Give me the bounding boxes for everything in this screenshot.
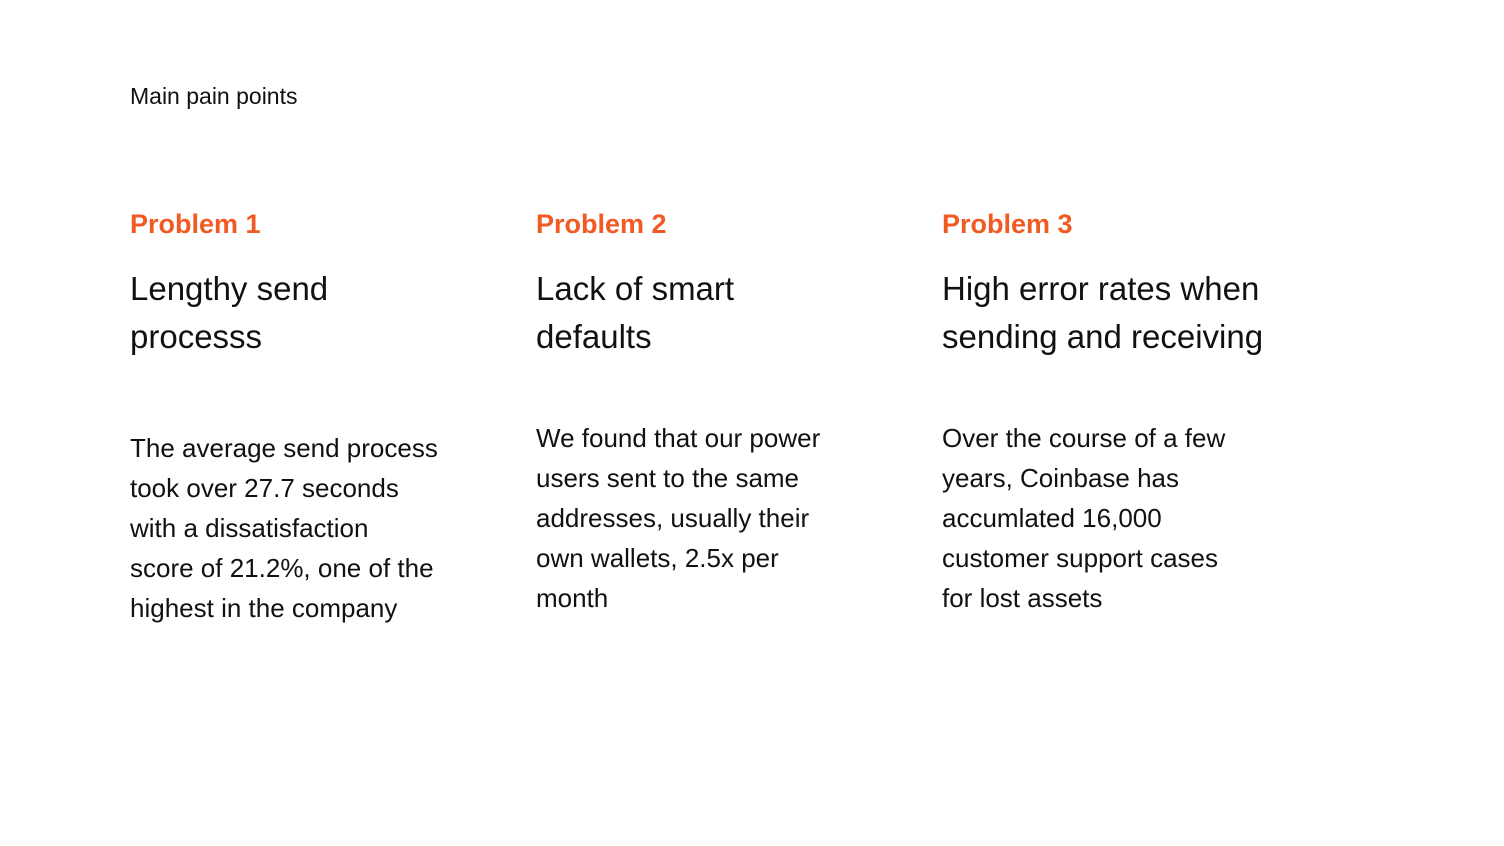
problem-title: High error rates when sending and receiv… bbox=[942, 265, 1342, 361]
problem-description-line: customer support cases bbox=[942, 543, 1219, 573]
problem-description-line: Over the course of a few bbox=[942, 423, 1226, 453]
problem-card-1: Problem 1 Lengthy send processs The aver… bbox=[130, 207, 500, 628]
problem-description-line: own wallets, 2.5x per bbox=[536, 543, 779, 573]
problem-description: The average send process took over 27.7 … bbox=[130, 428, 490, 628]
problem-tag: Problem 1 bbox=[130, 209, 261, 239]
problem-title-line: processs bbox=[130, 318, 263, 355]
problem-title-line: Lengthy send bbox=[130, 270, 329, 307]
problem-description-line: highest in the company bbox=[130, 593, 398, 623]
problem-title-line: sending and receiving bbox=[942, 318, 1264, 355]
section-label: Main pain points bbox=[130, 83, 298, 109]
problem-description-line: took over 27.7 seconds bbox=[130, 473, 399, 503]
problem-title: Lack of smart defaults bbox=[536, 265, 906, 361]
problem-title-line: High error rates when bbox=[942, 270, 1260, 307]
problem-description-line: users sent to the same bbox=[536, 463, 800, 493]
problem-description-line: We found that our power bbox=[536, 423, 821, 453]
problem-description-line: score of 21.2%, one of the bbox=[130, 553, 434, 583]
problem-card-2: Problem 2 Lack of smart defaults We foun… bbox=[536, 207, 906, 618]
problem-description-line: years, Coinbase has bbox=[942, 463, 1180, 493]
problem-description-line: with a dissatisfaction bbox=[130, 513, 369, 543]
problem-description-line: addresses, usually their bbox=[536, 503, 810, 533]
problem-description-line: accumlated 16,000 bbox=[942, 503, 1162, 533]
problem-tag: Problem 3 bbox=[942, 209, 1073, 239]
problem-tag: Problem 2 bbox=[536, 209, 667, 239]
problem-title: Lengthy send processs bbox=[130, 265, 500, 361]
problem-card-3: Problem 3 High error rates when sending … bbox=[942, 207, 1342, 618]
problem-title-line: Lack of smart bbox=[536, 270, 735, 307]
problem-description-line: The average send process bbox=[130, 433, 438, 463]
problem-description: We found that our power users sent to th… bbox=[536, 418, 876, 618]
problem-description-line: month bbox=[536, 583, 609, 613]
problem-description: Over the course of a few years, Coinbase… bbox=[942, 418, 1282, 618]
problem-description-line: for lost assets bbox=[942, 583, 1103, 613]
problem-title-line: defaults bbox=[536, 318, 652, 355]
